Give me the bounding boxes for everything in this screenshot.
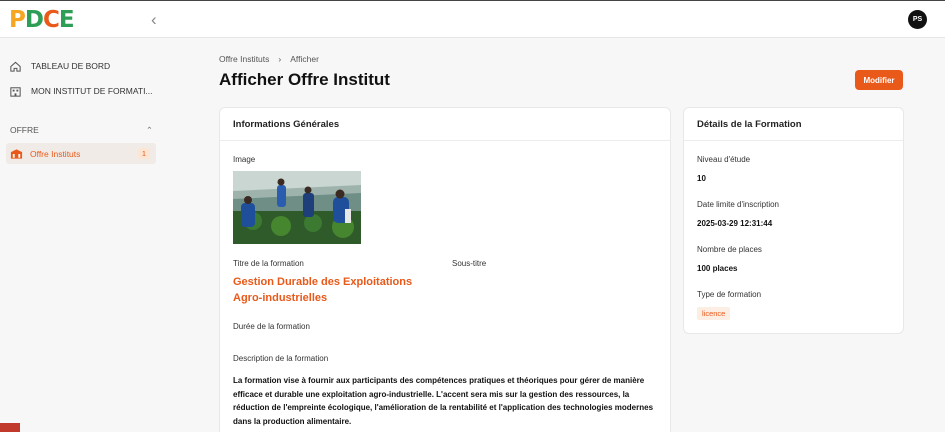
level-label: Niveau d'étude — [697, 155, 751, 164]
breadcrumb: Offre Instituts › Afficher — [219, 54, 319, 64]
building-icon — [8, 84, 22, 98]
card-heading: Informations Générales — [220, 108, 670, 141]
chevron-up-icon: ⌃ — [145, 125, 153, 135]
type-label: Type de formation — [697, 290, 762, 299]
app-logo[interactable]: PDCE — [9, 7, 75, 33]
image-label: Image — [233, 155, 256, 164]
sidebar-item-label: TABLEAU DE BORD — [31, 61, 111, 71]
training-details-card: Détails de la Formation Niveau d'étude 1… — [683, 107, 904, 334]
sidebar-item-institute[interactable]: MON INSTITUT DE FORMATI... — [8, 84, 153, 98]
sidebar-item-offre-instituts[interactable]: Offre Instituts 1 — [6, 143, 156, 164]
page-title: Afficher Offre Institut — [219, 70, 390, 89]
card-heading: Détails de la Formation — [684, 108, 903, 141]
level-value: 10 — [697, 174, 706, 183]
sidebar-section-offre[interactable]: OFFRE ⌃ — [10, 125, 153, 136]
sidebar-item-label: Offre Instituts — [30, 148, 81, 159]
deadline-label: Date limite d'inscription — [697, 200, 780, 209]
description-label: Description de la formation — [233, 354, 329, 363]
offer-icon — [10, 148, 23, 160]
duration-label: Durée de la formation — [233, 322, 310, 331]
top-bar: PDCE ‹ PS — [0, 0, 945, 38]
sidebar-item-label: MON INSTITUT DE FORMATI... — [31, 86, 153, 96]
count-badge: 1 — [138, 148, 150, 159]
places-value: 100 places — [697, 264, 738, 273]
subtitle-label: Sous-titre — [452, 259, 487, 268]
places-label: Nombre de places — [697, 245, 762, 254]
edit-button[interactable]: Modifier — [855, 70, 903, 90]
corner-marker — [0, 423, 20, 432]
breadcrumb-item-current: Afficher — [290, 54, 319, 64]
type-badge: licence — [697, 307, 731, 320]
breadcrumb-item-offre-instituts[interactable]: Offre Instituts — [219, 54, 269, 64]
training-title: Gestion Durable des Exploitations Agro-i… — [233, 276, 413, 304]
training-description: La formation vise à fournir aux particip… — [233, 376, 654, 426]
collapse-sidebar-icon[interactable]: ‹ — [151, 10, 157, 30]
user-avatar[interactable]: PS — [908, 10, 927, 29]
deadline-value: 2025-03-29 12:31:44 — [697, 219, 773, 228]
section-label: OFFRE — [10, 125, 39, 135]
sidebar-item-dashboard[interactable]: TABLEAU DE BORD — [8, 59, 110, 73]
sidebar: TABLEAU DE BORD MON INSTITUT DE FORMATI.… — [0, 39, 165, 432]
general-info-card: Informations Générales Image Titre de la… — [219, 107, 671, 432]
home-icon — [8, 59, 22, 73]
title-label: Titre de la formation — [233, 259, 304, 268]
training-photo — [233, 171, 361, 244]
breadcrumb-separator: › — [278, 54, 282, 64]
